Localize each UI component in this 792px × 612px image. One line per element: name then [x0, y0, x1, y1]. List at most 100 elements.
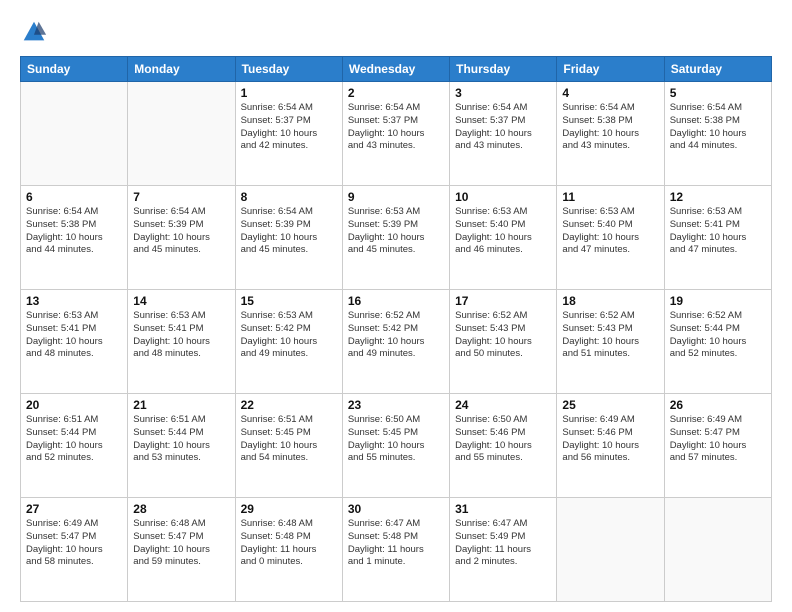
- day-number: 10: [455, 190, 551, 204]
- calendar-week-row: 20 Sunrise: 6:51 AM Sunset: 5:44 PM Dayli…: [21, 394, 772, 498]
- day-info: Sunrise: 6:54 AM Sunset: 5:37 PM Dayligh…: [455, 102, 551, 153]
- day-info: Sunrise: 6:54 AM Sunset: 5:38 PM Dayligh…: [670, 102, 766, 153]
- weekday-header: Tuesday: [235, 57, 342, 82]
- day-number: 15: [241, 294, 337, 308]
- calendar-cell: 7 Sunrise: 6:54 AM Sunset: 5:39 PM Daylig…: [128, 186, 235, 290]
- calendar-cell: 2 Sunrise: 6:54 AM Sunset: 5:37 PM Daylig…: [342, 82, 449, 186]
- calendar-cell: 16 Sunrise: 6:52 AM Sunset: 5:42 PM Dayli…: [342, 290, 449, 394]
- day-info: Sunrise: 6:54 AM Sunset: 5:37 PM Dayligh…: [348, 102, 444, 153]
- calendar-cell: 9 Sunrise: 6:53 AM Sunset: 5:39 PM Daylig…: [342, 186, 449, 290]
- calendar-cell: 6 Sunrise: 6:54 AM Sunset: 5:38 PM Daylig…: [21, 186, 128, 290]
- day-info: Sunrise: 6:52 AM Sunset: 5:44 PM Dayligh…: [670, 310, 766, 361]
- calendar-week-row: 6 Sunrise: 6:54 AM Sunset: 5:38 PM Daylig…: [21, 186, 772, 290]
- calendar-cell: 8 Sunrise: 6:54 AM Sunset: 5:39 PM Daylig…: [235, 186, 342, 290]
- day-info: Sunrise: 6:54 AM Sunset: 5:39 PM Dayligh…: [241, 206, 337, 257]
- calendar-cell: 10 Sunrise: 6:53 AM Sunset: 5:40 PM Dayli…: [450, 186, 557, 290]
- day-info: Sunrise: 6:49 AM Sunset: 5:46 PM Dayligh…: [562, 414, 658, 465]
- calendar-cell: 20 Sunrise: 6:51 AM Sunset: 5:44 PM Dayli…: [21, 394, 128, 498]
- day-info: Sunrise: 6:47 AM Sunset: 5:49 PM Dayligh…: [455, 518, 551, 569]
- day-info: Sunrise: 6:51 AM Sunset: 5:44 PM Dayligh…: [26, 414, 122, 465]
- weekday-header: Monday: [128, 57, 235, 82]
- calendar-cell: 4 Sunrise: 6:54 AM Sunset: 5:38 PM Daylig…: [557, 82, 664, 186]
- calendar-cell: [557, 498, 664, 602]
- day-info: Sunrise: 6:48 AM Sunset: 5:48 PM Dayligh…: [241, 518, 337, 569]
- calendar-cell: 24Sunrise: 6:50 AM Sunset: 5:46 PM Dayli…: [450, 394, 557, 498]
- calendar-cell: 13Sunrise: 6:53 AM Sunset: 5:41 PM Dayli…: [21, 290, 128, 394]
- calendar-table: SundayMondayTuesdayWednesdayThursdayFrid…: [20, 56, 772, 602]
- weekday-header: Saturday: [664, 57, 771, 82]
- calendar-cell: [21, 82, 128, 186]
- day-number: 18: [562, 294, 658, 308]
- day-info: Sunrise: 6:51 AM Sunset: 5:44 PM Dayligh…: [133, 414, 229, 465]
- day-info: Sunrise: 6:49 AM Sunset: 5:47 PM Dayligh…: [670, 414, 766, 465]
- day-info: Sunrise: 6:52 AM Sunset: 5:43 PM Dayligh…: [562, 310, 658, 361]
- calendar-cell: 23Sunrise: 6:50 AM Sunset: 5:45 PM Dayli…: [342, 394, 449, 498]
- day-number: 7: [133, 190, 229, 204]
- calendar-cell: 18 Sunrise: 6:52 AM Sunset: 5:43 PM Dayli…: [557, 290, 664, 394]
- calendar-header: SundayMondayTuesdayWednesdayThursdayFrid…: [21, 57, 772, 82]
- day-number: 11: [562, 190, 658, 204]
- calendar-cell: 3 Sunrise: 6:54 AM Sunset: 5:37 PM Daylig…: [450, 82, 557, 186]
- day-number: 31: [455, 502, 551, 516]
- calendar-cell: 27 Sunrise: 6:49 AM Sunset: 5:47 PM Dayli…: [21, 498, 128, 602]
- day-number: 9: [348, 190, 444, 204]
- calendar-cell: 15Sunrise: 6:53 AM Sunset: 5:42 PM Dayli…: [235, 290, 342, 394]
- calendar-cell: 25 Sunrise: 6:49 AM Sunset: 5:46 PM Dayli…: [557, 394, 664, 498]
- calendar-cell: 17 Sunrise: 6:52 AM Sunset: 5:43 PM Dayli…: [450, 290, 557, 394]
- calendar-cell: 28 Sunrise: 6:48 AM Sunset: 5:47 PM Dayli…: [128, 498, 235, 602]
- day-number: 26: [670, 398, 766, 412]
- day-info: Sunrise: 6:54 AM Sunset: 5:37 PM Dayligh…: [241, 102, 337, 153]
- day-number: 29: [241, 502, 337, 516]
- day-number: 17: [455, 294, 551, 308]
- logo-icon: [20, 18, 48, 46]
- day-number: 16: [348, 294, 444, 308]
- day-number: 25: [562, 398, 658, 412]
- day-info: Sunrise: 6:53 AM Sunset: 5:40 PM Dayligh…: [562, 206, 658, 257]
- day-info: Sunrise: 6:54 AM Sunset: 5:38 PM Dayligh…: [562, 102, 658, 153]
- page: SundayMondayTuesdayWednesdayThursdayFrid…: [0, 0, 792, 612]
- weekday-header: Thursday: [450, 57, 557, 82]
- day-number: 28: [133, 502, 229, 516]
- day-info: Sunrise: 6:54 AM Sunset: 5:38 PM Dayligh…: [26, 206, 122, 257]
- day-number: 4: [562, 86, 658, 100]
- day-info: Sunrise: 6:51 AM Sunset: 5:45 PM Dayligh…: [241, 414, 337, 465]
- weekday-header: Sunday: [21, 57, 128, 82]
- calendar-cell: 21Sunrise: 6:51 AM Sunset: 5:44 PM Dayli…: [128, 394, 235, 498]
- calendar-week-row: 1 Sunrise: 6:54 AM Sunset: 5:37 PM Daylig…: [21, 82, 772, 186]
- calendar-cell: 1 Sunrise: 6:54 AM Sunset: 5:37 PM Daylig…: [235, 82, 342, 186]
- day-info: Sunrise: 6:53 AM Sunset: 5:40 PM Dayligh…: [455, 206, 551, 257]
- day-number: 2: [348, 86, 444, 100]
- calendar-cell: 31 Sunrise: 6:47 AM Sunset: 5:49 PM Dayli…: [450, 498, 557, 602]
- day-number: 6: [26, 190, 122, 204]
- day-info: Sunrise: 6:50 AM Sunset: 5:46 PM Dayligh…: [455, 414, 551, 465]
- day-info: Sunrise: 6:54 AM Sunset: 5:39 PM Dayligh…: [133, 206, 229, 257]
- day-number: 8: [241, 190, 337, 204]
- day-info: Sunrise: 6:48 AM Sunset: 5:47 PM Dayligh…: [133, 518, 229, 569]
- header: [20, 18, 772, 46]
- day-number: 27: [26, 502, 122, 516]
- day-number: 20: [26, 398, 122, 412]
- day-number: 19: [670, 294, 766, 308]
- weekday-header: Friday: [557, 57, 664, 82]
- day-number: 23: [348, 398, 444, 412]
- logo: [20, 18, 52, 46]
- calendar-cell: 12Sunrise: 6:53 AM Sunset: 5:41 PM Dayli…: [664, 186, 771, 290]
- day-info: Sunrise: 6:52 AM Sunset: 5:42 PM Dayligh…: [348, 310, 444, 361]
- calendar-cell: [664, 498, 771, 602]
- day-number: 14: [133, 294, 229, 308]
- day-info: Sunrise: 6:53 AM Sunset: 5:39 PM Dayligh…: [348, 206, 444, 257]
- day-number: 22: [241, 398, 337, 412]
- calendar-week-row: 27 Sunrise: 6:49 AM Sunset: 5:47 PM Dayli…: [21, 498, 772, 602]
- calendar-cell: 11 Sunrise: 6:53 AM Sunset: 5:40 PM Dayli…: [557, 186, 664, 290]
- day-info: Sunrise: 6:49 AM Sunset: 5:47 PM Dayligh…: [26, 518, 122, 569]
- day-info: Sunrise: 6:53 AM Sunset: 5:41 PM Dayligh…: [26, 310, 122, 361]
- day-info: Sunrise: 6:52 AM Sunset: 5:43 PM Dayligh…: [455, 310, 551, 361]
- day-number: 1: [241, 86, 337, 100]
- calendar-week-row: 13Sunrise: 6:53 AM Sunset: 5:41 PM Dayli…: [21, 290, 772, 394]
- day-number: 12: [670, 190, 766, 204]
- calendar-cell: [128, 82, 235, 186]
- day-info: Sunrise: 6:53 AM Sunset: 5:41 PM Dayligh…: [133, 310, 229, 361]
- day-number: 3: [455, 86, 551, 100]
- calendar-cell: 22 Sunrise: 6:51 AM Sunset: 5:45 PM Dayli…: [235, 394, 342, 498]
- calendar-body: 1 Sunrise: 6:54 AM Sunset: 5:37 PM Daylig…: [21, 82, 772, 602]
